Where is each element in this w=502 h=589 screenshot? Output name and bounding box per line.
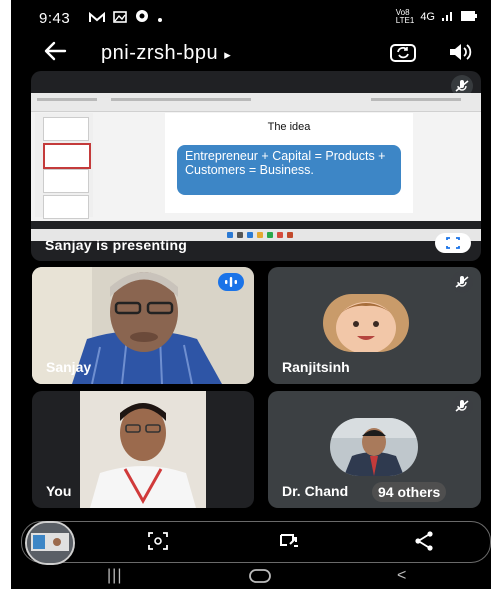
fullscreen-icon[interactable] xyxy=(435,233,471,253)
presenter-label: Sanjay is presenting xyxy=(45,237,188,253)
meeting-code[interactable]: pni-zrsh-bpu ▸ xyxy=(101,42,231,65)
self-video xyxy=(80,391,206,508)
back-button[interactable]: < xyxy=(397,567,406,585)
screen-cast-icon[interactable] xyxy=(277,531,301,556)
others-count-badge[interactable]: 94 others xyxy=(372,482,447,502)
camera-flip-icon[interactable] xyxy=(389,40,417,64)
slide-text-box: Entrepreneur + Capital = Products + Cust… xyxy=(177,145,401,195)
participant-name: Sanjay xyxy=(46,359,92,375)
phone-screen: 9:43 Vo8 LTE1 4G pni-zrsh-bpu ▸ The idea… xyxy=(11,0,491,589)
participant-tile-others[interactable]: Dr. Chand 94 others xyxy=(268,391,481,508)
slide-thumbnails xyxy=(35,113,93,219)
avatar xyxy=(323,294,409,352)
recents-button[interactable]: ||| xyxy=(107,567,122,585)
speaker-icon[interactable] xyxy=(447,40,473,64)
battery-icon xyxy=(461,10,477,24)
slide-title: The idea xyxy=(267,121,311,133)
home-button[interactable] xyxy=(249,568,271,589)
missed-call-icon xyxy=(89,10,105,26)
back-arrow-icon[interactable] xyxy=(43,40,67,68)
participant-tile-sanjay[interactable]: Sanjay xyxy=(32,267,254,384)
dot-icon xyxy=(157,10,163,26)
mic-off-icon xyxy=(451,271,473,293)
mic-off-icon xyxy=(451,395,473,417)
presentation-ribbon xyxy=(31,93,481,112)
image-icon xyxy=(113,10,127,26)
camera-frame-icon[interactable] xyxy=(147,531,169,556)
participant-name: Ranjitsinh xyxy=(282,359,350,375)
status-time: 9:43 xyxy=(39,10,71,27)
share-icon[interactable] xyxy=(413,530,435,557)
avatar xyxy=(330,418,418,476)
status-bar: 9:43 Vo8 LTE1 4G xyxy=(11,0,491,36)
presentation-tile[interactable]: The idea Entrepreneur + Capital = Produc… xyxy=(31,71,481,261)
meeting-header: pni-zrsh-bpu ▸ xyxy=(11,36,491,76)
participant-name: Dr. Chand xyxy=(282,483,349,499)
shared-screen: The idea Entrepreneur + Capital = Produc… xyxy=(31,93,481,241)
current-slide: The idea Entrepreneur + Capital = Produc… xyxy=(165,113,413,213)
participant-name: You xyxy=(46,483,72,499)
status-right-group: Vo8 LTE1 4G xyxy=(396,9,477,25)
network-type-label: Vo8 LTE1 xyxy=(395,8,415,25)
self-view-thumbnail[interactable] xyxy=(25,521,75,565)
signal-label: 4G xyxy=(420,11,435,23)
participant-tile-you[interactable]: You xyxy=(32,391,254,508)
android-navigation-bar: ||| < xyxy=(11,566,491,589)
chat-app-icon xyxy=(135,9,149,26)
participant-tile-ranjitsinh[interactable]: Ranjitsinh xyxy=(268,267,481,384)
signal-icon xyxy=(441,10,455,25)
speaking-indicator-icon xyxy=(218,273,244,291)
status-notification-icons xyxy=(89,9,163,26)
